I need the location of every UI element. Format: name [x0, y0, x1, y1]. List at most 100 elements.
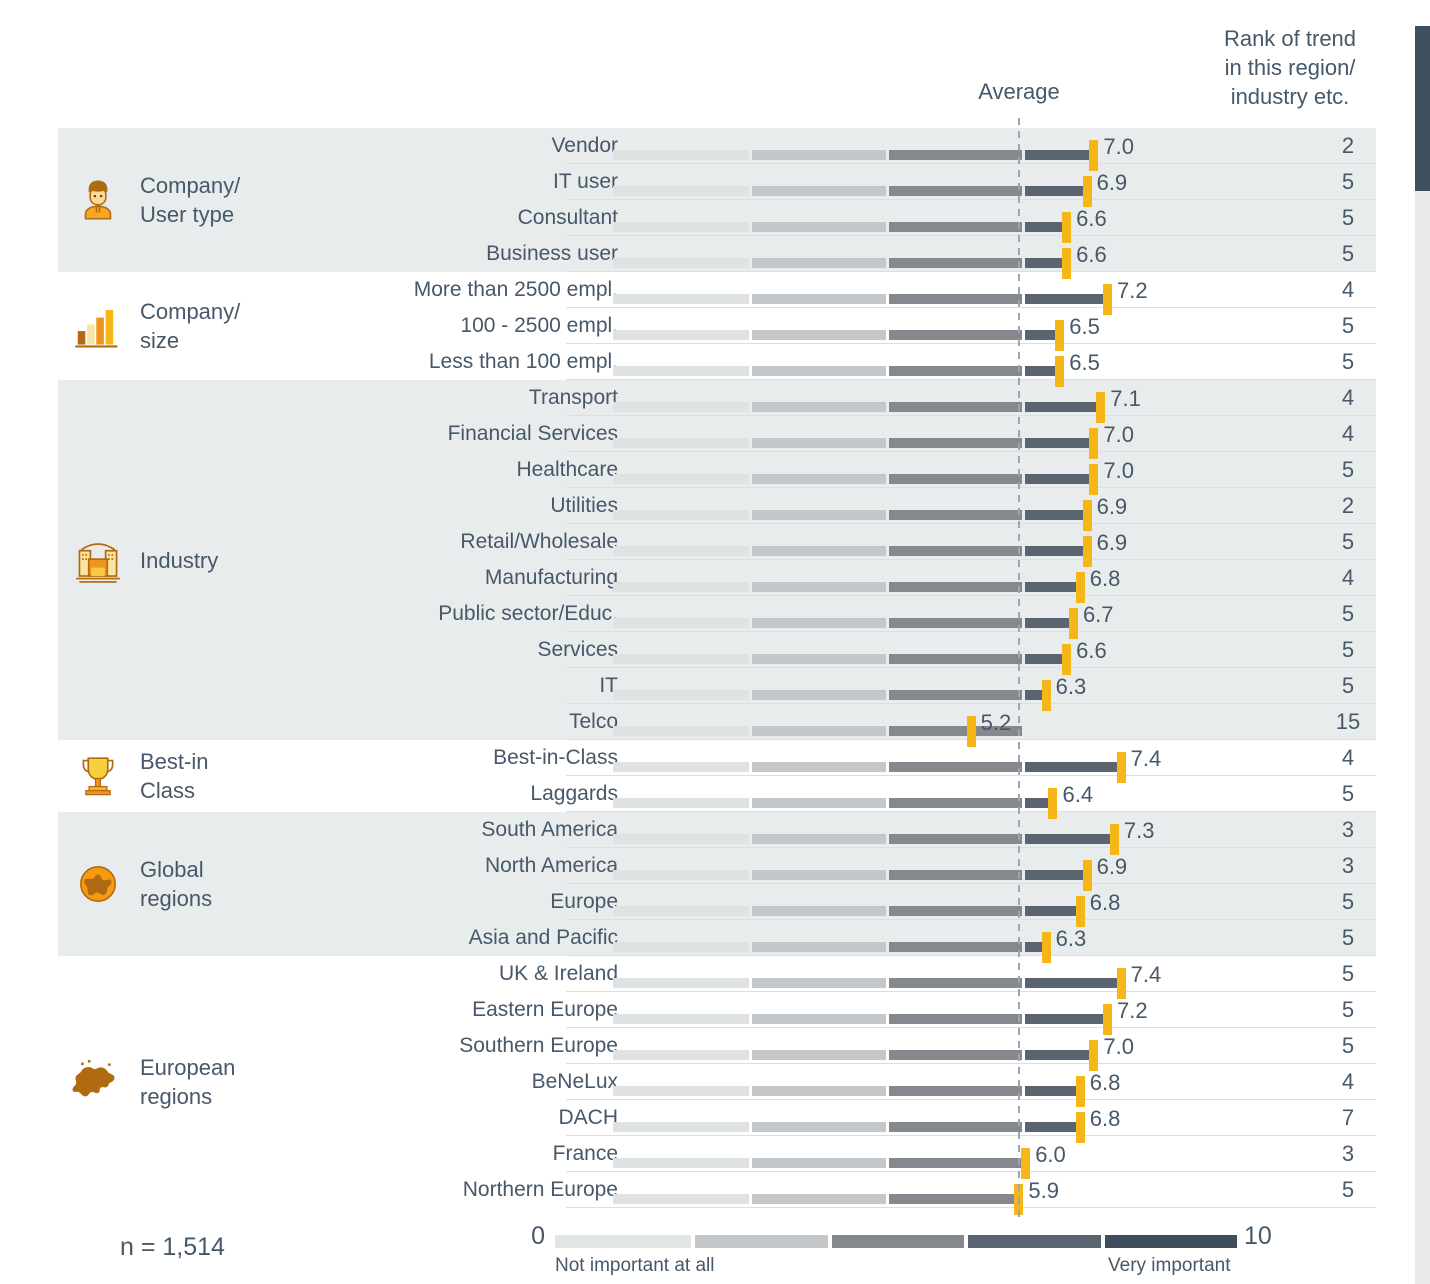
- bar-segment: [752, 1014, 886, 1024]
- bar-segment: [1025, 906, 1077, 916]
- row-label: BeNeLux: [531, 1070, 618, 1093]
- table-row: Transport 7.1 4: [58, 380, 1376, 423]
- bar-segment: [752, 1050, 886, 1060]
- table-row: Healthcare 7.0 5: [58, 452, 1376, 495]
- bar-segment: [888, 1122, 1023, 1132]
- bar-segment: [1025, 1014, 1105, 1024]
- bar-segment: [613, 258, 750, 268]
- value-label: 6.6: [1076, 638, 1107, 663]
- bar-segment: [613, 1050, 750, 1060]
- table-row: UK & Ireland 7.4 5: [58, 956, 1376, 999]
- row-label: Healthcare: [516, 458, 618, 481]
- bar-segment: [888, 546, 1023, 556]
- rank-value: 4: [1341, 745, 1355, 770]
- value-label: 6.9: [1096, 530, 1128, 555]
- bar-segment: [752, 546, 886, 556]
- bar-segment: [1025, 762, 1118, 772]
- bar-segment: [752, 186, 886, 196]
- table-row: DACH 6.8 7: [58, 1100, 1376, 1143]
- table-row: Less than 100 empl. 6.5 5: [58, 344, 1376, 387]
- bar-segment: [752, 798, 886, 808]
- bar-segment: [1025, 690, 1043, 700]
- bar-segment: [888, 294, 1023, 304]
- table-row: Best-in-Class 7.4 4: [58, 740, 1376, 783]
- bar-segment: [888, 222, 1023, 232]
- legend-segment: [555, 1235, 692, 1248]
- legend-segment: [1104, 1235, 1237, 1248]
- legend-segment: [831, 1235, 965, 1248]
- bar-segment: [613, 474, 750, 484]
- bar-segment: [1025, 222, 1064, 232]
- bar-segment: [752, 150, 886, 160]
- rank-value: 5: [1341, 529, 1355, 554]
- value-label: 6.5: [1069, 314, 1100, 339]
- table-row: Europe 6.8 5: [58, 884, 1376, 927]
- value-label: 7.0: [1103, 422, 1134, 447]
- bar-segment: [613, 1086, 750, 1096]
- bar-segment: [613, 762, 750, 772]
- bar-segment: [752, 474, 886, 484]
- bar-segment: [613, 1122, 750, 1132]
- bar-segment: [752, 1158, 886, 1168]
- table-row: South America 7.3 3: [58, 812, 1376, 855]
- bar-segment: [613, 834, 750, 844]
- value-label: 7.2: [1117, 998, 1148, 1023]
- row-label: 100 - 2500 empl.: [460, 314, 618, 337]
- row-label: Telco: [568, 710, 618, 733]
- bar-segment: [613, 798, 750, 808]
- value-label: 6.6: [1076, 206, 1107, 231]
- row-separator: [566, 1207, 1376, 1208]
- bar-segment: [888, 258, 1023, 268]
- scrollbar-thumb[interactable]: [1415, 26, 1430, 191]
- bar-segment: [752, 402, 886, 412]
- bar-segment: [888, 1158, 1023, 1168]
- rank-value: 5: [1341, 169, 1355, 194]
- row-label: DACH: [558, 1106, 618, 1129]
- legend-segment: [695, 1235, 828, 1248]
- value-label: 7.4: [1130, 962, 1162, 987]
- bar-segment: [1025, 438, 1091, 448]
- bar-segment: [888, 402, 1023, 412]
- bar-segment: [752, 1086, 886, 1096]
- table-row: BeNeLux 6.8 4: [58, 1064, 1376, 1107]
- scrollbar-track[interactable]: [1415, 191, 1430, 1284]
- rank-value: 5: [1341, 457, 1355, 482]
- bar-segment: [613, 690, 750, 700]
- bar-segment: [888, 978, 1023, 988]
- rank-value: 5: [1341, 241, 1355, 266]
- bar-segment: [613, 906, 750, 916]
- rank-value: 5: [1341, 889, 1355, 914]
- value-label: 7.4: [1130, 746, 1162, 771]
- bar-segment: [1025, 150, 1091, 160]
- rank-value: 5: [1341, 205, 1355, 230]
- row-label: Best-in-Class: [493, 746, 618, 769]
- value-label: 7.0: [1103, 1034, 1134, 1059]
- row-label: Services: [537, 638, 618, 661]
- table-row: Northern Europe 5.9 5: [58, 1172, 1376, 1215]
- table-row: France 6.0 3: [58, 1136, 1376, 1179]
- row-label: Less than 100 empl.: [428, 350, 618, 373]
- row-label: UK & Ireland: [498, 962, 618, 985]
- bar-segment: [888, 582, 1023, 592]
- row-label: Manufacturing: [484, 566, 618, 589]
- value-label: 7.0: [1103, 458, 1134, 483]
- bar-segment: [888, 438, 1023, 448]
- bar-segment: [752, 942, 886, 952]
- bar-segment: [1025, 654, 1064, 664]
- bar-segment: [613, 330, 750, 340]
- rank-value: 5: [1341, 673, 1355, 698]
- bar-segment: [1025, 1086, 1077, 1096]
- row-label: Laggards: [530, 782, 618, 805]
- rank-value: 4: [1341, 385, 1355, 410]
- value-label: 6.9: [1096, 854, 1128, 879]
- bar-segment: [1025, 330, 1057, 340]
- bar-segment: [888, 906, 1023, 916]
- table-row: Business user 6.6 5: [58, 236, 1376, 279]
- bar-segment: [888, 366, 1023, 376]
- table-row: Manufacturing 6.8 4: [58, 560, 1376, 603]
- legend-segment: [968, 1235, 1101, 1248]
- bar-segment: [1025, 510, 1084, 520]
- row-label: Southern Europe: [459, 1034, 618, 1057]
- value-label: 6.9: [1096, 170, 1128, 195]
- rank-value: 3: [1341, 853, 1355, 878]
